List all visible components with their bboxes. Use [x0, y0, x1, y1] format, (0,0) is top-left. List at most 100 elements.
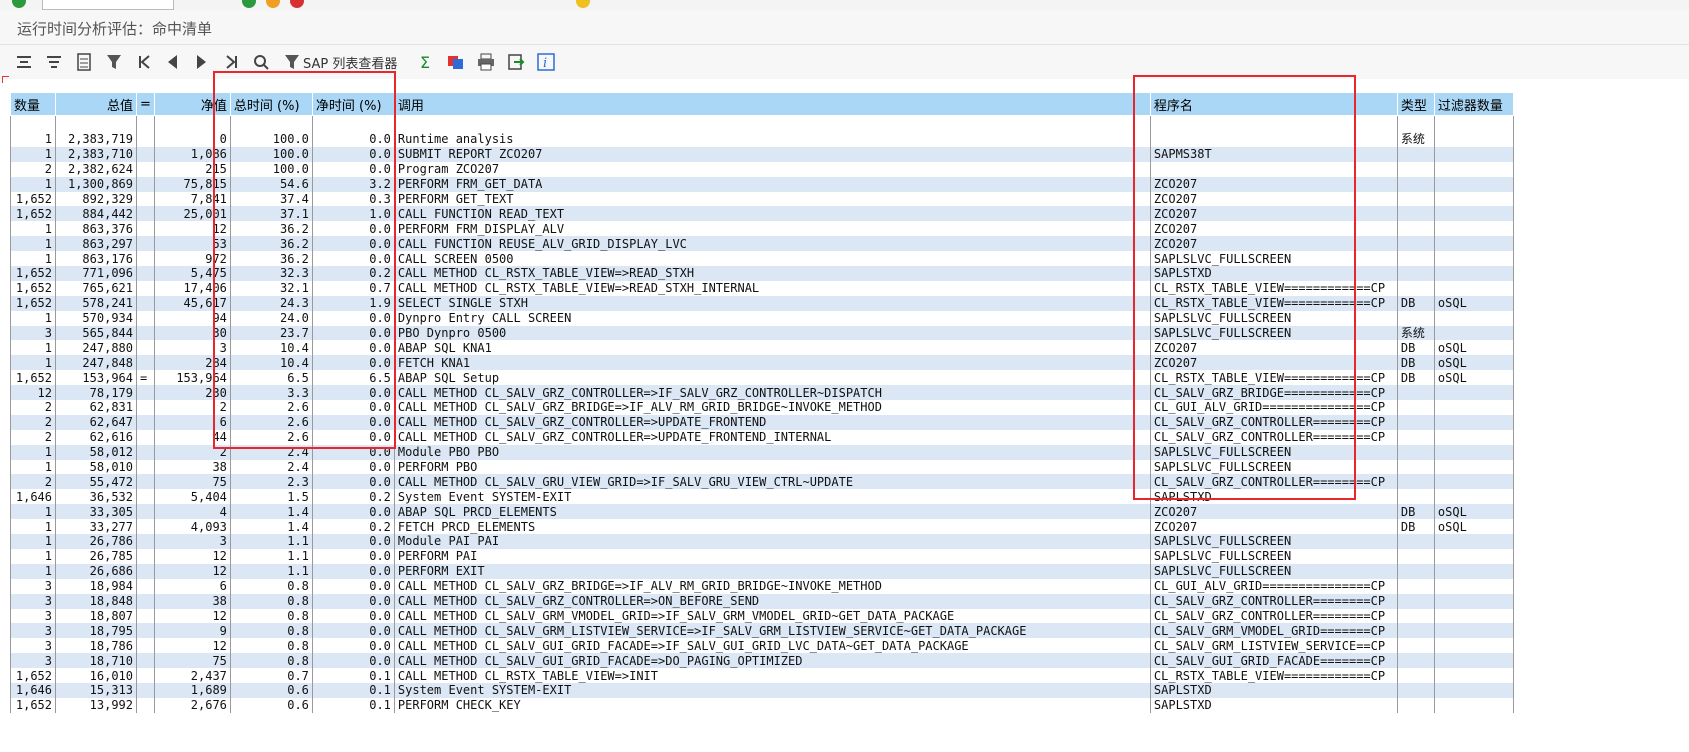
cell-type[interactable] — [1396, 400, 1435, 415]
cell-filter[interactable] — [1433, 653, 1514, 669]
cell-type[interactable] — [1396, 146, 1435, 162]
cell-gross[interactable]: 16,010 — [55, 668, 137, 683]
col-header-gross[interactable]: 总值 — [55, 92, 137, 116]
cell-call[interactable]: CALL METHOD CL_SALV_GUI_GRID_FACADE=>IF_… — [393, 638, 1151, 654]
cell-count[interactable]: 1,652 — [10, 697, 56, 713]
cell-net-pct[interactable]: 0.0 — [311, 146, 395, 162]
cell-gross-pct[interactable]: 100.0 — [229, 161, 313, 177]
cell-net[interactable]: 215 — [153, 161, 231, 177]
col-header-count[interactable]: 数量 — [10, 92, 56, 116]
cell-count[interactable]: 1 — [10, 444, 56, 460]
cell-call[interactable]: Dynpro Entry CALL SCREEN — [393, 310, 1151, 326]
cell-type[interactable] — [1396, 593, 1435, 609]
cell-count[interactable]: 2 — [10, 400, 56, 415]
cell-eq[interactable] — [136, 504, 155, 520]
cell-count[interactable]: 1,652 — [10, 295, 56, 311]
cell-type[interactable] — [1396, 697, 1435, 713]
cell-filter[interactable] — [1433, 400, 1514, 415]
cell-eq[interactable] — [136, 295, 155, 311]
cell-call[interactable]: PERFORM EXIT — [393, 563, 1151, 579]
cell-count[interactable]: 1 — [10, 340, 56, 356]
cell-program[interactable]: CL_SALV_GRZ_CONTROLLER========CP — [1149, 593, 1398, 609]
sort-desc-icon[interactable] — [44, 51, 64, 73]
find-icon[interactable] — [251, 51, 271, 73]
cell-eq[interactable]: = — [136, 370, 155, 386]
sort-asc-icon[interactable] — [14, 51, 34, 73]
cell-eq[interactable] — [136, 653, 155, 669]
cell-gross-pct[interactable]: 37.1 — [229, 206, 313, 222]
cell-gross[interactable]: 570,934 — [55, 310, 137, 326]
cell-eq[interactable] — [136, 459, 155, 475]
cell-type[interactable]: DB — [1396, 370, 1435, 386]
cell-program[interactable]: SAPLSLVC_FULLSCREEN — [1149, 310, 1398, 326]
cell-gross[interactable]: 58,010 — [55, 459, 137, 475]
cell-filter[interactable] — [1433, 236, 1514, 252]
cell-gross[interactable]: 55,472 — [55, 474, 137, 490]
cell-eq[interactable] — [136, 176, 155, 192]
cell-filter[interactable] — [1433, 266, 1514, 281]
cell-program[interactable]: SAPLSTXD — [1149, 266, 1398, 281]
cell-net-pct[interactable]: 0.0 — [311, 593, 395, 609]
cell-call[interactable]: System Event SYSTEM-EXIT — [393, 682, 1151, 698]
cell-net[interactable]: 2,676 — [153, 697, 231, 713]
cell-count[interactable]: 3 — [10, 608, 56, 624]
cell-filter[interactable] — [1433, 176, 1514, 192]
cell-program[interactable]: SAPLSTXD — [1149, 697, 1398, 713]
cell-count[interactable]: 1 — [10, 459, 56, 475]
cell-call[interactable]: FETCH PRCD_ELEMENTS — [393, 519, 1151, 535]
cell-program[interactable]: SAPLSLVC_FULLSCREEN — [1149, 534, 1398, 549]
table-row[interactable]: 1 863,297 53 36.2 0.0 CALL FUNCTION REUSE_ALV… — [10, 236, 1514, 252]
cell-type[interactable] — [1396, 280, 1435, 296]
cell-call[interactable]: CALL METHOD CL_SALV_GRZ_BRIDGE=>IF_ALV_R… — [393, 400, 1151, 415]
cell-net-pct[interactable]: 0.0 — [311, 429, 395, 445]
exit-icon[interactable] — [266, 0, 280, 8]
cell-filter[interactable] — [1433, 191, 1514, 207]
cell-gross-pct[interactable]: 2.6 — [229, 400, 313, 415]
back-icon[interactable] — [242, 0, 256, 8]
cell-net-pct[interactable]: 0.0 — [311, 638, 395, 654]
details-icon[interactable] — [74, 51, 94, 73]
cell-gross-pct[interactable]: 10.4 — [229, 340, 313, 356]
cell-call[interactable]: CALL METHOD CL_SALV_GRU_VIEW_GRID=>IF_SA… — [393, 474, 1151, 490]
cell-eq[interactable] — [136, 266, 155, 281]
cell-net[interactable]: 2,437 — [153, 668, 231, 683]
cell-program[interactable]: ZCO207 — [1149, 221, 1398, 237]
cell-filter[interactable] — [1433, 682, 1514, 698]
cell-count[interactable]: 1 — [10, 251, 56, 267]
col-header-type[interactable]: 类型 — [1396, 92, 1435, 116]
cell-program[interactable]: SAPLSLVC_FULLSCREEN — [1149, 251, 1398, 267]
cell-program[interactable]: SAPLSLVC_FULLSCREEN — [1149, 563, 1398, 579]
cell-call[interactable]: ABAP SQL PRCD_ELEMENTS — [393, 504, 1151, 520]
cell-eq[interactable] — [136, 563, 155, 579]
cell-gross[interactable]: 33,305 — [55, 504, 137, 520]
cell-gross[interactable]: 62,647 — [55, 414, 137, 430]
cell-program[interactable]: CL_RSTX_TABLE_VIEW============CP — [1149, 295, 1398, 311]
cell-type[interactable] — [1396, 534, 1435, 549]
cell-eq[interactable] — [136, 519, 155, 535]
col-header-program[interactable]: 程序名 — [1149, 92, 1398, 116]
cell-eq[interactable] — [136, 474, 155, 490]
cell-net[interactable]: 12 — [153, 638, 231, 654]
cell-net[interactable]: 4 — [153, 504, 231, 520]
cell-gross[interactable]: 13,992 — [55, 697, 137, 713]
cell-count[interactable]: 2 — [10, 161, 56, 177]
cell-net-pct[interactable]: 0.0 — [311, 608, 395, 624]
cell-gross-pct[interactable]: 2.4 — [229, 444, 313, 460]
col-header-net[interactable]: 净值 — [153, 92, 231, 116]
cell-call[interactable]: CALL METHOD CL_RSTX_TABLE_VIEW=>READ_STX… — [393, 280, 1151, 296]
cell-count[interactable]: 3 — [10, 325, 56, 341]
cell-net[interactable]: 284 — [153, 355, 231, 371]
cell-program[interactable]: CL_SALV_GRZ_CONTROLLER========CP — [1149, 608, 1398, 624]
cell-call[interactable]: CALL METHOD CL_SALV_GRZ_CONTROLLER=>IF_S… — [393, 385, 1151, 401]
cell-filter[interactable] — [1433, 697, 1514, 713]
cell-gross-pct[interactable]: 1.1 — [229, 534, 313, 549]
table-row[interactable]: 2 62,616 44 2.6 0.0 CALL METHOD CL_SALV_GRZ_C… — [10, 429, 1514, 445]
cell-net[interactable]: 3 — [153, 340, 231, 356]
cell-net[interactable]: 5,475 — [153, 266, 231, 281]
cell-gross[interactable]: 247,880 — [55, 340, 137, 356]
cell-net[interactable]: 30 — [153, 325, 231, 341]
cell-gross-pct[interactable]: 36.2 — [229, 236, 313, 252]
cell-filter[interactable] — [1433, 608, 1514, 624]
cell-program[interactable]: ZCO207 — [1149, 236, 1398, 252]
table-row[interactable]: 1 247,848 284 10.4 0.0 FETCH KNA1 ZCO207 DB oSQL — [10, 355, 1514, 371]
